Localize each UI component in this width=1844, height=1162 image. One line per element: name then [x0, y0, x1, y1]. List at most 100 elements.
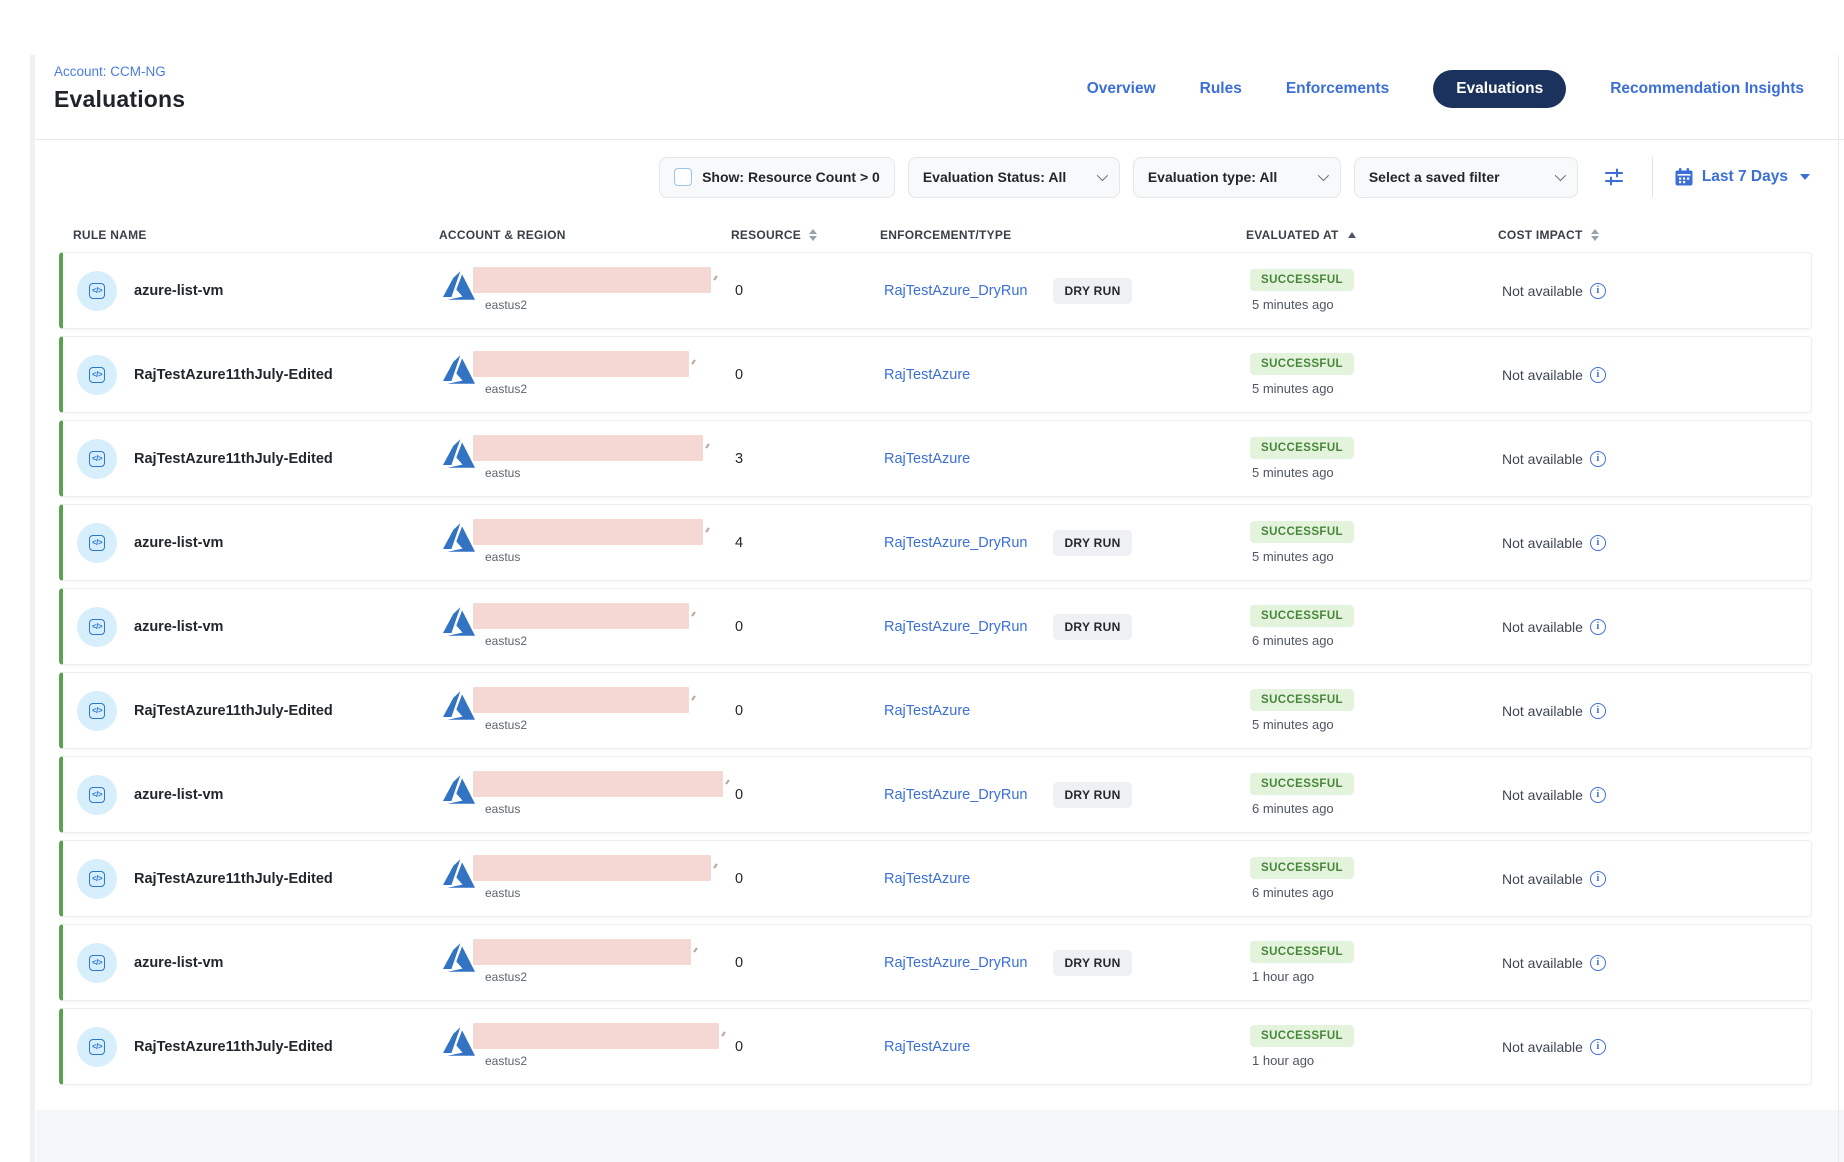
saved-filter-select[interactable]: Select a saved filter [1354, 157, 1578, 198]
redacted-account-bar [473, 435, 703, 461]
region-label: eastus [485, 550, 520, 564]
code-rule-icon: </> [89, 703, 105, 719]
resource-count: 3 [735, 451, 884, 467]
enforcement-cell: RajTestAzure_DryRun DRY RUN [884, 530, 1250, 556]
col-cost-impact: COST IMPACT [1498, 228, 1812, 242]
region-label: eastus2 [485, 718, 527, 732]
evaluation-status-select[interactable]: Evaluation Status: All [908, 157, 1120, 198]
evaluation-row[interactable]: </> RajTestAzure11thJuly-Edited eastus2 … [59, 336, 1812, 413]
show-resource-count-toggle[interactable]: Show: Resource Count > 0 [659, 157, 895, 198]
account-region-cell: eastus [443, 855, 735, 903]
code-rule-icon: </> [89, 1039, 105, 1055]
status-badge: SUCCESSFUL [1250, 689, 1354, 711]
enforcement-cell: RajTestAzure_DryRun DRY RUN [884, 950, 1250, 976]
status-badge: SUCCESSFUL [1250, 605, 1354, 627]
redacted-account-bar [473, 771, 723, 797]
evaluated-at-cell: SUCCESSFUL 5 minutes ago [1250, 521, 1502, 564]
redacted-account-bar [473, 519, 703, 545]
date-range-picker[interactable]: Last 7 Days [1674, 167, 1810, 187]
azure-logo-icon [443, 523, 475, 552]
tab-overview[interactable]: Overview [1087, 80, 1156, 98]
account-region-cell: eastus2 [443, 1023, 735, 1071]
resource-count-checkbox[interactable] [674, 168, 692, 186]
enforcement-link[interactable]: RajTestAzure_DryRun [884, 619, 1027, 635]
evaluated-at-cell: SUCCESSFUL 5 minutes ago [1250, 269, 1502, 312]
redacted-account-bar [473, 603, 689, 629]
evaluation-row[interactable]: </> RajTestAzure11thJuly-Edited eastus 3… [59, 420, 1812, 497]
resource-count: 0 [735, 367, 884, 383]
left-edge-strip [30, 55, 35, 1162]
date-range-value: Last 7 Days [1702, 168, 1788, 186]
enforcement-link[interactable]: RajTestAzure [884, 871, 970, 887]
col-rule-name: RULE NAME [73, 228, 439, 242]
enforcement-link[interactable]: RajTestAzure_DryRun [884, 535, 1027, 551]
azure-logo-icon [443, 1027, 475, 1056]
azure-logo-icon [443, 943, 475, 972]
filter-bar: Show: Resource Count > 0 Evaluation Stat… [0, 140, 1844, 198]
rule-cell: </> azure-list-vm [77, 607, 443, 647]
evaluated-time: 5 minutes ago [1250, 465, 1334, 480]
evaluated-at-cell: SUCCESSFUL 1 hour ago [1250, 1025, 1502, 1068]
info-icon[interactable]: i [1590, 955, 1606, 971]
saved-filter-placeholder: Select a saved filter [1369, 169, 1500, 185]
enforcement-link[interactable]: RajTestAzure_DryRun [884, 283, 1027, 299]
evaluation-row[interactable]: </> azure-list-vm eastus 0 RajTestAzure_… [59, 756, 1812, 833]
enforcement-link[interactable]: RajTestAzure [884, 367, 970, 383]
enforcement-link[interactable]: RajTestAzure [884, 1039, 970, 1055]
enforcement-link[interactable]: RajTestAzure_DryRun [884, 955, 1027, 971]
rule-type-icon: </> [77, 439, 117, 479]
code-rule-icon: </> [89, 955, 105, 971]
evaluation-row[interactable]: </> azure-list-vm eastus2 0 RajTestAzure… [59, 924, 1812, 1001]
account-region-cell: eastus [443, 435, 735, 483]
title-block: Account: CCM-NG Evaluations [54, 64, 185, 113]
filter-settings-button[interactable] [1597, 160, 1631, 194]
account-region-cell: eastus [443, 771, 735, 819]
enforcement-link[interactable]: RajTestAzure [884, 703, 970, 719]
sort-icon[interactable] [1591, 229, 1599, 241]
sort-icon[interactable] [809, 229, 817, 241]
tab-recommendation-insights[interactable]: Recommendation Insights [1610, 80, 1804, 98]
evaluation-row[interactable]: </> RajTestAzure11thJuly-Edited eastus 0… [59, 840, 1812, 917]
info-icon[interactable]: i [1590, 367, 1606, 383]
evaluation-row[interactable]: </> azure-list-vm eastus2 0 RajTestAzure… [59, 252, 1812, 329]
rule-cell: </> azure-list-vm [77, 775, 443, 815]
info-icon[interactable]: i [1590, 619, 1606, 635]
status-badge: SUCCESSFUL [1250, 773, 1354, 795]
enforcement-link[interactable]: RajTestAzure [884, 451, 970, 467]
region-label: eastus2 [485, 298, 527, 312]
tab-rules[interactable]: Rules [1200, 80, 1242, 98]
evaluation-status-value: Evaluation Status: All [923, 169, 1066, 185]
status-badge: SUCCESSFUL [1250, 269, 1354, 291]
code-rule-icon: </> [89, 535, 105, 551]
resource-count: 0 [735, 703, 884, 719]
evaluation-row[interactable]: </> azure-list-vm eastus2 0 RajTestAzure… [59, 588, 1812, 665]
info-icon[interactable]: i [1590, 1039, 1606, 1055]
dry-run-badge: DRY RUN [1053, 950, 1131, 976]
evaluation-row[interactable]: </> azure-list-vm eastus 4 RajTestAzure_… [59, 504, 1812, 581]
info-icon[interactable]: i [1590, 787, 1606, 803]
sort-asc-icon[interactable] [1348, 232, 1356, 238]
azure-logo-icon [443, 859, 475, 888]
account-region-cell: eastus2 [443, 351, 735, 399]
info-icon[interactable]: i [1590, 871, 1606, 887]
cost-impact-value: Not available [1502, 367, 1583, 383]
evaluation-row[interactable]: </> RajTestAzure11thJuly-Edited eastus2 … [59, 1008, 1812, 1085]
info-icon[interactable]: i [1590, 703, 1606, 719]
topbar: Account: CCM-NG Evaluations Overview Rul… [0, 0, 1844, 113]
evaluated-at-cell: SUCCESSFUL 1 hour ago [1250, 941, 1502, 984]
region-label: eastus2 [485, 382, 527, 396]
tab-enforcements[interactable]: Enforcements [1286, 80, 1389, 98]
tab-evaluations-active[interactable]: Evaluations [1433, 70, 1566, 108]
evaluated-at-cell: SUCCESSFUL 5 minutes ago [1250, 353, 1502, 396]
right-edge-line [1838, 55, 1839, 1162]
info-icon[interactable]: i [1590, 283, 1606, 299]
breadcrumb-account-link[interactable]: Account: CCM-NG [54, 64, 185, 79]
evaluation-row[interactable]: </> RajTestAzure11thJuly-Edited eastus2 … [59, 672, 1812, 749]
code-rule-icon: </> [89, 871, 105, 887]
status-badge: SUCCESSFUL [1250, 1025, 1354, 1047]
evaluated-at-cell: SUCCESSFUL 5 minutes ago [1250, 689, 1502, 732]
info-icon[interactable]: i [1590, 451, 1606, 467]
evaluation-type-select[interactable]: Evaluation type: All [1133, 157, 1341, 198]
info-icon[interactable]: i [1590, 535, 1606, 551]
enforcement-link[interactable]: RajTestAzure_DryRun [884, 787, 1027, 803]
